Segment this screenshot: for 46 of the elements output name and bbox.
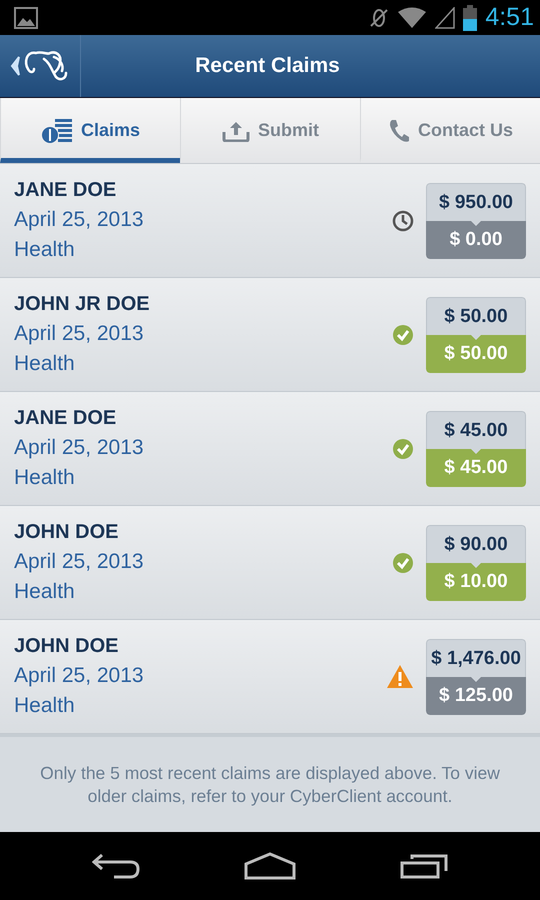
home-icon [244, 852, 296, 880]
home-button[interactable] [244, 852, 296, 880]
claimant-name: JOHN DOE [14, 635, 120, 658]
signal-icon [435, 6, 456, 28]
footer-note: Only the 5 most recent claims are displayed above. To view older claims, refer to your CyberClient account. [39, 762, 501, 808]
paid-amount: $ 50.00 [426, 334, 526, 372]
claim-type: Health [14, 694, 76, 718]
upload-icon [222, 120, 250, 142]
tab[interactable]: Contact Us [360, 98, 540, 163]
claimant-name: JANE DOE [14, 407, 118, 430]
claim-type: Health [14, 238, 76, 262]
billed-amount: $ 45.00 [426, 410, 526, 448]
claims-icon [40, 118, 73, 144]
claim-date: April 25, 2013 [14, 664, 145, 688]
elephant-logo [22, 49, 68, 83]
claimant-name: JANE DOE [14, 179, 118, 202]
paid-amount: $ 45.00 [426, 448, 526, 486]
phone-icon [388, 118, 410, 142]
claim-type: Health [14, 352, 76, 376]
claim-date: April 25, 2013 [14, 322, 145, 346]
paid-amount: $ 0.00 [426, 220, 526, 258]
wifi-icon [397, 6, 428, 28]
screen-title: Recent Claims [194, 54, 341, 78]
claimant-name: JOHN DOE [14, 521, 120, 544]
claim-date: April 25, 2013 [14, 208, 145, 232]
billed-amount: $ 50.00 [426, 296, 526, 334]
billed-amount: $ 950.00 [426, 182, 526, 220]
recent-apps-button[interactable] [400, 853, 448, 879]
clock-time: 4:51 [485, 3, 534, 32]
claim-date: April 25, 2013 [14, 436, 145, 460]
image-icon [14, 6, 38, 28]
vibrate-muted-icon [369, 6, 390, 28]
claim-type: Health [14, 580, 76, 604]
back-button[interactable] [92, 853, 140, 879]
chevron-icon [10, 56, 20, 76]
battery-icon [463, 4, 478, 30]
claim-date: April 25, 2013 [14, 550, 145, 574]
paid-amount: $ 10.00 [426, 562, 526, 600]
recent-apps-icon [400, 853, 448, 879]
billed-amount: $ 90.00 [426, 524, 526, 562]
paid-amount: $ 125.00 [426, 676, 526, 714]
claim-type: Health [14, 466, 76, 490]
billed-amount: $ 1,476.00 [426, 638, 526, 676]
back-icon [92, 853, 140, 879]
claimant-name: JOHN JR DOE [14, 293, 151, 316]
tab[interactable]: Submit [180, 98, 360, 163]
